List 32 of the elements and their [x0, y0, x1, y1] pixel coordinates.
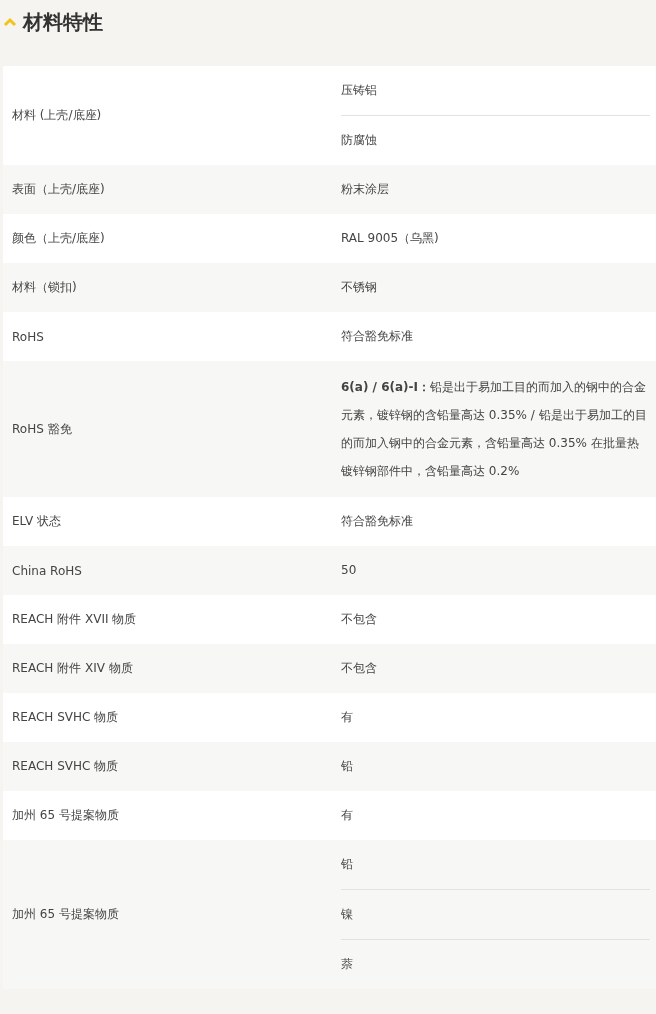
property-label: China RoHS	[11, 563, 83, 578]
property-label: ELV 状态	[11, 513, 62, 530]
property-label: REACH 附件 XVII 物质	[11, 611, 138, 628]
property-value: RAL 9005（乌黑)	[341, 230, 440, 247]
property-label: REACH SVHC 物质	[11, 758, 120, 775]
section-title: 材料特性	[23, 8, 103, 36]
property-value: 有	[341, 709, 354, 726]
collapse-caret-icon[interactable]	[3, 17, 17, 27]
property-label: 材料（锁扣)	[11, 279, 78, 296]
property-value: 符合豁免标准	[341, 328, 414, 345]
property-value: 压铸铝	[341, 82, 378, 99]
property-label: RoHS	[11, 329, 45, 344]
property-value: 萘	[341, 939, 650, 989]
property-label: 材料 (上壳/底座)	[11, 107, 103, 124]
property-value: 符合豁免标准	[341, 513, 414, 530]
property-value: 镍	[341, 889, 650, 939]
property-label: REACH 附件 XIV 物质	[11, 660, 134, 677]
property-value: 不锈钢	[341, 279, 378, 296]
property-value: 有	[341, 807, 354, 824]
property-value: 不包含	[341, 611, 378, 628]
property-label: 表面（上壳/底座)	[11, 181, 106, 198]
property-value: 50	[341, 562, 358, 579]
property-label: REACH SVHC 物质	[11, 709, 120, 726]
property-label: 加州 65 号提案物质	[11, 906, 120, 923]
property-label: 加州 65 号提案物质	[11, 807, 120, 824]
property-value: 6(a) / 6(a)-I：铅是出于易加工目的而加入的钢中的合金元素，镀锌钢的含铅量高达 0.35% / 铅是出于易加工的目的而加入钢中的合金元素，含铅量高达 0.35% 在批量热镀锌钢部件中，含铅量高达 0.2%	[341, 379, 648, 480]
property-value: 粉末涂层	[341, 181, 390, 198]
property-value: 铅	[341, 758, 354, 775]
property-label: 颜色（上壳/底座)	[11, 230, 106, 247]
property-value: 不包含	[341, 660, 378, 677]
property-label: RoHS 豁免	[11, 420, 73, 438]
property-value: 铅	[341, 856, 354, 873]
